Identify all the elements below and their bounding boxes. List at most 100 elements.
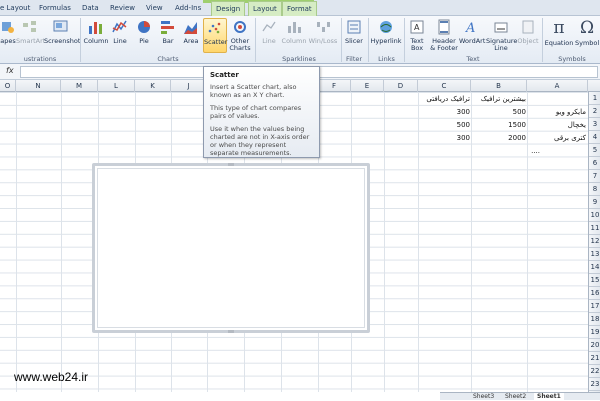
column-header-o[interactable]: O	[0, 80, 16, 92]
column-header-a[interactable]: A	[527, 80, 588, 92]
cell-a4[interactable]: کتری برقی	[529, 132, 586, 144]
scatter-chart-button[interactable]: Scatter	[203, 18, 227, 53]
symbols-group-label: Symbols	[558, 55, 586, 63]
signature-line-button[interactable]: Signature Line	[486, 18, 517, 54]
row-header[interactable]: 8	[589, 183, 600, 196]
row-header[interactable]: 5	[589, 144, 600, 157]
chart-resize-handle-bottom[interactable]	[228, 330, 234, 333]
tab-design[interactable]: Design	[211, 1, 246, 16]
signature-line-icon	[494, 22, 508, 33]
cell-b3[interactable]: 1500	[473, 119, 526, 131]
ribbon: apes SmartArt Screenshot ustrations Colu…	[0, 16, 600, 64]
row-header[interactable]: 13	[589, 248, 600, 261]
text-box-button[interactable]: A Text Box	[406, 18, 428, 54]
row-header[interactable]: 16	[589, 287, 600, 300]
text-group-label: Text	[466, 55, 480, 63]
cell-c1[interactable]: ترافیک دریافتی	[420, 93, 470, 105]
row-header[interactable]: 19	[589, 326, 600, 339]
row-header[interactable]: 12	[589, 235, 600, 248]
column-chart-button[interactable]: Column	[83, 18, 109, 54]
tab-formulas[interactable]: Formulas	[39, 2, 71, 15]
row-header[interactable]: 15	[589, 274, 600, 287]
bar-chart-icon	[161, 21, 174, 34]
group-separator	[80, 18, 81, 62]
chart-resize-handle-top[interactable]	[228, 163, 234, 166]
row-header[interactable]: 20	[589, 339, 600, 352]
sparkline-column-icon	[288, 22, 301, 33]
cell-c3[interactable]: 500	[420, 119, 470, 131]
fx-icon[interactable]: fx	[6, 66, 14, 75]
hyperlink-icon	[380, 21, 392, 33]
row-header[interactable]: 11	[589, 222, 600, 235]
column-header-m[interactable]: M	[61, 80, 98, 92]
column-header-k[interactable]: K	[135, 80, 171, 92]
symbol-button[interactable]: Ω Symbol	[575, 18, 599, 54]
cell-b4[interactable]: 2000	[473, 132, 526, 144]
cell-c2[interactable]: 300	[420, 106, 470, 118]
object-button[interactable]: Object	[516, 18, 540, 54]
omega-icon: Ω	[579, 18, 595, 38]
other-charts-button[interactable]: Other Charts	[228, 18, 252, 54]
column-header-c[interactable]: C	[418, 80, 471, 92]
chart-plot-area[interactable]	[97, 168, 365, 328]
column-header-l[interactable]: L	[98, 80, 135, 92]
screenshot-button[interactable]: Screenshot	[44, 18, 80, 54]
column-header-b[interactable]: B	[471, 80, 527, 92]
bar-chart-button[interactable]: Bar	[158, 18, 178, 54]
equation-button[interactable]: π Equation	[544, 18, 574, 54]
grid-line	[418, 92, 419, 392]
hyperlink-button[interactable]: Hyperlink	[370, 18, 402, 54]
row-header[interactable]: 10	[589, 209, 600, 222]
column-header-j[interactable]: J	[171, 80, 207, 92]
smartart-button[interactable]: SmartArt	[16, 18, 45, 54]
cell-b1[interactable]: بیشترین ترافیک	[473, 93, 526, 105]
column-header-d[interactable]: D	[384, 80, 418, 92]
cell-b5[interactable]: ....	[473, 145, 540, 157]
column-header-n[interactable]: N	[16, 80, 61, 92]
object-icon	[522, 20, 534, 34]
row-header[interactable]: 18	[589, 313, 600, 326]
tab-add-ins[interactable]: Add-Ins	[175, 2, 201, 15]
chart-placeholder[interactable]	[92, 163, 370, 333]
sparkline-line-button[interactable]: Line	[259, 18, 279, 54]
row-header[interactable]: 23	[589, 378, 600, 391]
row-header[interactable]: 1	[589, 92, 600, 105]
tab-review[interactable]: Review	[110, 2, 135, 15]
area-chart-button[interactable]: Area	[180, 18, 202, 54]
row-header[interactable]: 3	[589, 118, 600, 131]
row-header[interactable]: 7	[589, 170, 600, 183]
cell-a2[interactable]: مایکرو ویو	[529, 106, 586, 118]
sparkline-winloss-button[interactable]: Win/Loss	[308, 18, 338, 54]
tab-format[interactable]: Format	[282, 1, 317, 16]
tab-page-layout[interactable]: e Layout	[0, 2, 30, 15]
sparkline-line-icon	[262, 21, 276, 32]
line-chart-button[interactable]: Line	[110, 18, 130, 54]
tab-layout[interactable]: Layout	[248, 1, 282, 16]
column-header-e[interactable]: E	[351, 80, 384, 92]
smartart-icon	[23, 21, 36, 32]
tab-view[interactable]: View	[146, 2, 163, 15]
sparkline-column-button[interactable]: Column	[281, 18, 307, 54]
scatter-chart-icon	[208, 22, 221, 34]
wordart-button[interactable]: A WordArt	[459, 18, 485, 54]
row-header[interactable]: 6	[589, 157, 600, 170]
tab-data[interactable]: Data	[82, 2, 99, 15]
cell-c4[interactable]: 300	[420, 132, 470, 144]
row-header[interactable]: 9	[589, 196, 600, 209]
pie-chart-button[interactable]: Pie	[133, 18, 155, 54]
row-header[interactable]: 14	[589, 261, 600, 274]
row-header[interactable]: 21	[589, 352, 600, 365]
row-header[interactable]: 4	[589, 131, 600, 144]
row-header[interactable]: 22	[589, 365, 600, 378]
row-header[interactable]: 2	[589, 105, 600, 118]
row-header[interactable]: 17	[589, 300, 600, 313]
slicer-button[interactable]: Slicer	[343, 18, 365, 54]
grid-line	[527, 92, 528, 392]
column-header-f[interactable]: F	[318, 80, 351, 92]
shapes-button[interactable]: apes	[0, 18, 16, 54]
header-footer-button[interactable]: Header & Footer	[429, 18, 459, 54]
area-chart-icon	[184, 22, 197, 34]
sparklines-group-label: Sparklines	[282, 55, 316, 63]
cell-b2[interactable]: 500	[473, 106, 526, 118]
cell-a3[interactable]: یخچال	[529, 119, 586, 131]
